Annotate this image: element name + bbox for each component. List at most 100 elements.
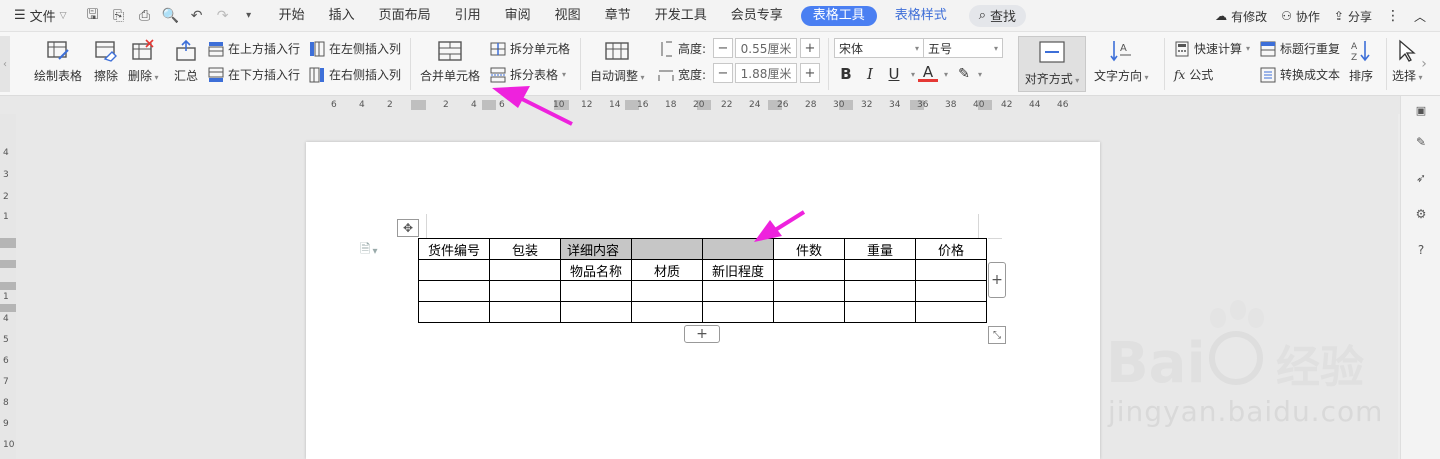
table-cell[interactable] <box>702 280 774 302</box>
table-cell[interactable] <box>844 301 916 323</box>
font-size-select[interactable]: 五号 ▾ <box>923 38 1003 58</box>
table-cell[interactable] <box>631 280 703 302</box>
table-cell[interactable] <box>418 301 490 323</box>
height-decrease-button[interactable]: − <box>713 38 733 58</box>
auto-fit-button[interactable]: 自动调整 ▾ <box>590 38 645 84</box>
convert-to-text-button[interactable]: 转换成文本 <box>1260 66 1340 83</box>
merge-cells-button[interactable]: 合并单元格 <box>420 38 480 84</box>
insert-row-below-button[interactable]: 在下方插入行 <box>208 66 300 83</box>
save-icon[interactable]: 🖫 <box>81 4 105 28</box>
document-table[interactable]: 货件编号 包装 详细内容 件数 重量 价格 物品名称 材质 新旧程度 <box>418 238 987 323</box>
ribbon-scroll-left[interactable]: ‹ <box>0 36 10 92</box>
add-column-button[interactable]: + <box>988 262 1006 298</box>
delete-button[interactable]: 删除 ▾ <box>128 38 159 84</box>
tab-insert[interactable]: 插入 <box>317 0 367 32</box>
tab-table-tools[interactable]: 表格工具 <box>800 5 877 26</box>
modified-button[interactable]: ☁ 有修改 <box>1215 8 1267 25</box>
table-cell[interactable]: 件数 <box>773 238 845 260</box>
insert-col-right-button[interactable]: 在右侧插入列 <box>309 66 401 83</box>
text-direction-button[interactable]: A 文字方向 ▾ <box>1094 38 1149 84</box>
redo-icon[interactable]: ↷ <box>211 4 235 28</box>
table-cell[interactable] <box>489 259 561 281</box>
table-cell[interactable] <box>702 301 774 323</box>
panel-toggle-icon[interactable]: ▣ <box>1411 100 1431 120</box>
draw-table-button[interactable]: 绘制表格 <box>34 38 82 84</box>
width-decrease-button[interactable]: − <box>713 63 733 83</box>
erase-button[interactable]: 擦除 <box>93 38 119 84</box>
help-icon[interactable]: ? <box>1411 240 1431 260</box>
summary-button[interactable]: 汇总 <box>173 38 199 84</box>
tab-home[interactable]: 开始 <box>267 0 317 32</box>
table-cell[interactable] <box>560 280 632 302</box>
width-increase-button[interactable]: + <box>800 63 820 83</box>
share-button[interactable]: ⇪ 分享 <box>1334 8 1372 25</box>
header-repeat-button[interactable]: 标题行重复 <box>1260 40 1340 57</box>
table-cell[interactable]: 新旧程度 <box>702 259 774 281</box>
tab-page-layout[interactable]: 页面布局 <box>367 0 443 32</box>
cursor-select-icon[interactable]: ➶ <box>1411 168 1431 188</box>
font-name-select[interactable]: 宋体 ▾ <box>834 38 924 58</box>
collab-button[interactable]: ⚇ 协作 <box>1281 8 1320 25</box>
ribbon-scroll-right[interactable]: › <box>1412 36 1436 92</box>
font-color-dropdown-icon[interactable]: ▾ <box>936 64 956 84</box>
search-button[interactable]: ⌕ 查找 <box>968 4 1027 27</box>
format-painter-icon[interactable]: ⎘ <box>107 4 131 28</box>
highlight-dropdown-icon[interactable]: ▾ <box>970 64 990 84</box>
sort-button[interactable]: AZ 排序 <box>1348 38 1374 84</box>
table-cell[interactable] <box>773 259 845 281</box>
table-cell[interactable] <box>418 280 490 302</box>
quick-calc-button[interactable]: 快速计算 ▾ <box>1174 40 1250 57</box>
tab-review[interactable]: 审阅 <box>493 0 543 32</box>
table-move-handle[interactable]: ✥ <box>397 219 419 237</box>
print-icon[interactable]: ⎙ <box>133 4 157 28</box>
table-cell[interactable]: 物品名称 <box>560 259 632 281</box>
table-cell[interactable]: 材质 <box>631 259 703 281</box>
width-input[interactable]: 1.88厘米 <box>735 63 797 83</box>
table-cell-selected[interactable]: 详细内容 <box>560 238 632 260</box>
tab-chapter[interactable]: 章节 <box>593 0 643 32</box>
italic-button[interactable]: I <box>860 64 880 84</box>
table-cell[interactable] <box>773 301 845 323</box>
split-cells-button[interactable]: 拆分单元格 <box>490 40 570 57</box>
table-cell[interactable] <box>773 280 845 302</box>
tab-table-style[interactable]: 表格样式 <box>883 0 959 32</box>
formula-button[interactable]: fx 公式 <box>1174 66 1213 83</box>
table-cell[interactable]: 货件编号 <box>418 238 490 260</box>
table-cell[interactable] <box>844 259 916 281</box>
table-cell[interactable]: 重量 <box>844 238 916 260</box>
settings-sliders-icon[interactable]: ⚙ <box>1411 204 1431 224</box>
undo-icon[interactable]: ↶ <box>185 4 209 28</box>
table-cell[interactable] <box>915 259 987 281</box>
table-cell-selected[interactable] <box>702 238 774 260</box>
edit-pen-icon[interactable]: ✎ <box>1411 132 1431 152</box>
insert-row-above-button[interactable]: 在上方插入行 <box>208 40 300 57</box>
height-input[interactable]: 0.55厘米 <box>735 38 797 58</box>
vertical-ruler[interactable]: 4 3 2 1 1 4 5 6 7 8 9 10 <box>0 114 16 459</box>
align-button[interactable]: 对齐方式 ▾ <box>1018 36 1086 92</box>
print-preview-icon[interactable]: 🔍 <box>159 4 183 28</box>
table-cell[interactable] <box>560 301 632 323</box>
document-page[interactable]: 货件编号 包装 详细内容 件数 重量 价格 物品名称 材质 新旧程度 <box>306 142 1100 459</box>
add-row-button[interactable]: + <box>684 325 720 343</box>
tab-member[interactable]: 会员专享 <box>719 0 795 32</box>
table-cell[interactable] <box>915 301 987 323</box>
table-cell[interactable] <box>489 280 561 302</box>
split-table-button[interactable]: 拆分表格 ▾ <box>490 66 566 83</box>
collapse-ribbon-icon[interactable]: ︿ <box>1414 8 1426 25</box>
tab-references[interactable]: 引用 <box>443 0 493 32</box>
horizontal-ruler[interactable]: 6 4 2 2 4 6 10 12 14 16 18 20 22 24 26 2… <box>0 96 1400 114</box>
table-cell[interactable]: 包装 <box>489 238 561 260</box>
font-color-button[interactable]: A <box>918 63 938 82</box>
underline-button[interactable]: U <box>884 64 904 84</box>
customize-icon[interactable]: ▾ <box>237 4 261 28</box>
insert-col-left-button[interactable]: 在左侧插入列 <box>309 40 401 57</box>
file-menu[interactable]: ☰ 文件 ▽ <box>0 0 75 32</box>
bold-button[interactable]: B <box>836 64 856 84</box>
table-cell[interactable] <box>489 301 561 323</box>
height-increase-button[interactable]: + <box>800 38 820 58</box>
table-cell[interactable] <box>418 259 490 281</box>
table-cell[interactable] <box>844 280 916 302</box>
table-cell[interactable]: 价格 <box>915 238 987 260</box>
tab-developer[interactable]: 开发工具 <box>643 0 719 32</box>
paragraph-handle[interactable]: 🗎 ▾ <box>360 240 377 262</box>
